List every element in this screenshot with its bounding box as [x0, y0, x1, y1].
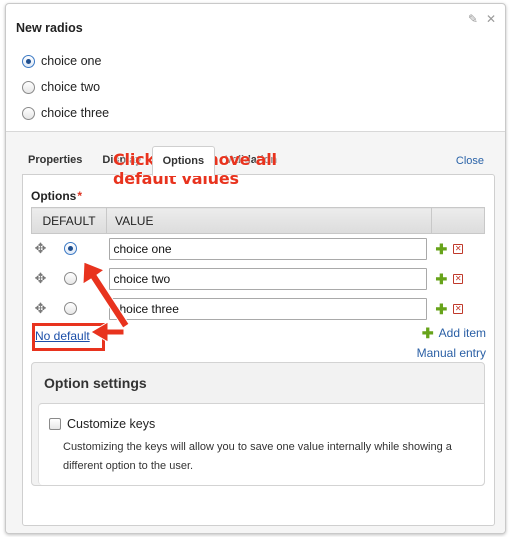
radio-button[interactable] [22, 54, 35, 68]
drag-handle-icon[interactable]: ✥ [34, 240, 48, 257]
table-row: ✥ ✚ ✕ [32, 234, 485, 264]
option-value-input[interactable] [108, 237, 427, 260]
drag-handle-icon[interactable]: ✥ [34, 270, 48, 287]
add-icon[interactable]: ✚ [436, 242, 448, 256]
customize-keys-option[interactable]: Customize keys [49, 417, 155, 431]
preview-option-label: choice one [41, 54, 102, 68]
column-header-actions [431, 207, 485, 234]
preview-option-label: choice three [41, 106, 110, 120]
options-table: DEFAULT VALUE ✥ ✚ ✕ [31, 207, 485, 324]
option-settings-body: Customize keys Customizing the keys will… [38, 403, 484, 485]
preview-option[interactable]: choice two [22, 74, 109, 100]
add-item-link[interactable]: ✚ Add item [422, 326, 486, 340]
remove-icon[interactable]: ✕ [453, 243, 464, 254]
field-editor-panel: ✎ ✕ New radios choice one choice two cho… [5, 3, 506, 534]
editor-area: Properties Display Options Validation Cl… [6, 132, 505, 533]
customize-keys-description: Customizing the keys will allow you to s… [63, 441, 452, 472]
option-value-input[interactable] [108, 267, 427, 290]
option-settings-title: Option settings [44, 375, 147, 391]
pencil-icon[interactable]: ✎ [468, 12, 478, 26]
preview-option-label: choice two [41, 80, 101, 94]
options-label-text: Options [31, 189, 77, 203]
option-value-input[interactable] [108, 297, 427, 320]
table-row: ✥ ✚ ✕ [32, 264, 485, 294]
customize-keys-checkbox[interactable] [49, 418, 61, 430]
option-settings-fieldset: Option settings Customize keys Customizi… [31, 362, 485, 486]
panel-header-icons: ✎ ✕ [468, 12, 496, 26]
close-icon[interactable]: ✕ [486, 12, 496, 26]
preview-option[interactable]: choice three [22, 100, 109, 126]
add-item-label: Add item [438, 326, 486, 340]
drag-handle-icon[interactable]: ✥ [34, 300, 48, 317]
preview-radio-group: choice one choice two choice three [22, 48, 109, 126]
no-default-link[interactable]: No default [35, 329, 90, 343]
tab-properties[interactable]: Properties [18, 146, 92, 175]
radio-button[interactable] [22, 80, 35, 94]
preview-option[interactable]: choice one [22, 48, 109, 74]
table-header-row: DEFAULT VALUE [31, 207, 485, 234]
close-link[interactable]: Close [456, 155, 484, 167]
add-icon: ✚ [421, 325, 434, 341]
customize-keys-label: Customize keys [67, 417, 156, 431]
remove-icon[interactable]: ✕ [453, 273, 464, 284]
table-row: ✥ ✚ ✕ [32, 294, 485, 324]
options-tab-content: Options* DEFAULT VALUE ✥ choice one ✚ ✕ … [22, 174, 495, 526]
default-radio[interactable] [63, 272, 77, 285]
field-title: New radios [16, 21, 83, 35]
add-icon[interactable]: ✚ [436, 272, 448, 286]
column-header-value: VALUE [106, 207, 432, 234]
radio-button[interactable] [22, 106, 35, 120]
tab-options[interactable]: Options [151, 146, 216, 176]
default-radio[interactable] [63, 242, 77, 256]
add-icon[interactable]: ✚ [436, 302, 448, 316]
default-radio[interactable] [63, 302, 77, 315]
required-marker: * [77, 189, 82, 203]
column-header-default: DEFAULT [31, 207, 107, 234]
remove-icon[interactable]: ✕ [453, 303, 464, 314]
options-label: Options* [31, 189, 82, 203]
manual-entry-link[interactable]: Manual entry [417, 346, 486, 360]
